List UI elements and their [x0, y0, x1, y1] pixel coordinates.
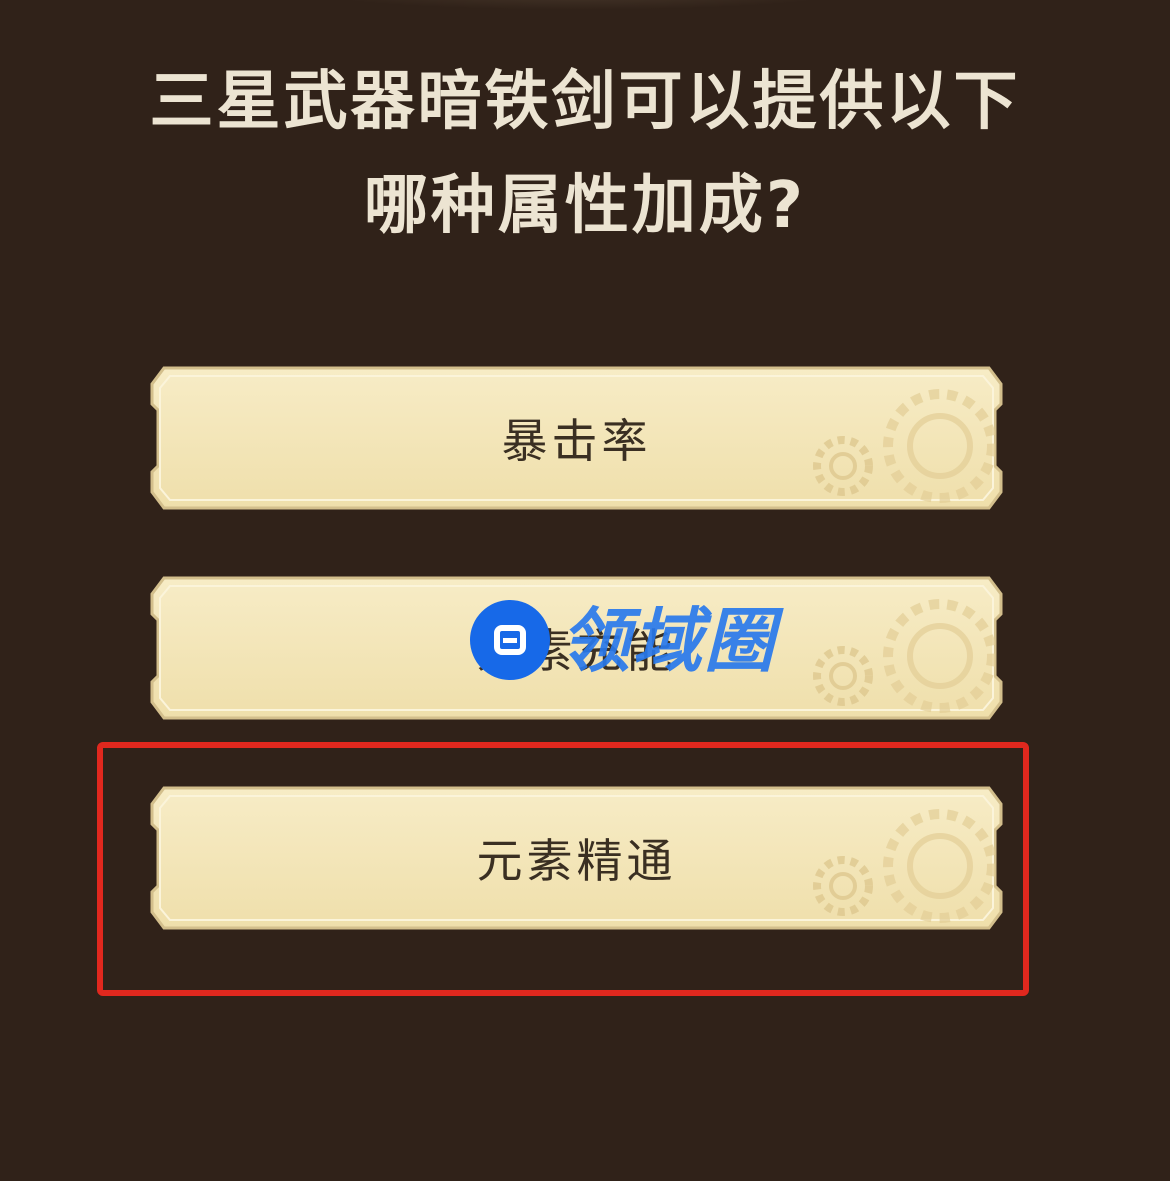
watermark-text: 领域圈: [560, 600, 776, 682]
top-glow-decoration: [300, 0, 860, 10]
option-label: 暴击率: [501, 414, 652, 468]
answer-option-1[interactable]: 暴击率: [150, 364, 1003, 512]
watermark: 领域圈: [470, 600, 815, 682]
app-logo-icon: [470, 600, 550, 680]
answer-option-3[interactable]: 元素精通: [150, 784, 1003, 932]
question-text: 三星武器暗铁剑可以提供以下 哪种属性加成?: [120, 50, 1050, 258]
question-line-1: 三星武器暗铁剑可以提供以下: [149, 65, 1021, 139]
question-line-2: 哪种属性加成?: [363, 169, 807, 243]
option-label: 元素精通: [476, 834, 677, 888]
